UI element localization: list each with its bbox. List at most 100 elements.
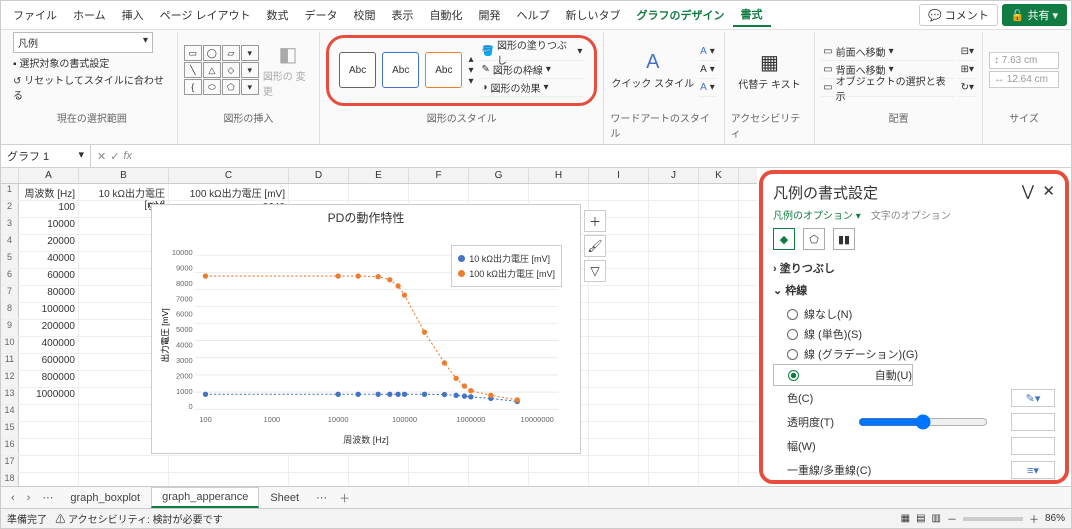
share-button[interactable]: 🔓 共有 ▾ — [1002, 4, 1067, 26]
status-ready: 準備完了 — [7, 515, 47, 526]
rotate-button[interactable]: ↻▾ — [959, 80, 976, 97]
prop-compound[interactable]: 一重線/多重線(C)≡▾ — [773, 458, 1055, 482]
view-normal-icon[interactable]: ▦ — [901, 513, 910, 524]
change-shape-button[interactable]: ◧図形の 変更 — [263, 42, 313, 98]
menu-review[interactable]: 校閲 — [346, 4, 384, 26]
shape-effects-button[interactable]: ◑図形の効果 ▾ — [479, 80, 584, 97]
width-input[interactable]: ↔ 12.64 cm — [989, 71, 1059, 88]
effects-tab-icon[interactable]: ⬠ — [803, 228, 825, 250]
fill-line-tab-icon[interactable]: ◆ — [773, 228, 795, 250]
fx-icon[interactable]: fx — [123, 150, 132, 163]
menu-newtab[interactable]: 新しいタブ — [558, 4, 629, 26]
alt-text-button[interactable]: ▦代替テ キスト — [738, 50, 800, 91]
style-preset-2[interactable]: Abc — [382, 52, 419, 88]
reset-style-button[interactable]: ↺ リセットしてスタイルに合わせる — [13, 72, 171, 102]
format-selection-button[interactable]: ▪ 選択対象の書式設定 — [13, 55, 109, 70]
zoom-out-icon[interactable]: － — [947, 511, 957, 526]
shape-gallery[interactable]: ▭◯▱▾ ╲△◇▾ {⬭⬠▾ — [184, 45, 259, 95]
menu-home[interactable]: ホーム — [65, 4, 114, 26]
pane-options-icon[interactable]: ⋁ — [1022, 183, 1034, 200]
radio-auto-line[interactable]: 自動(U) — [773, 364, 913, 386]
menu-auto[interactable]: 自動化 — [422, 4, 471, 26]
zoom-level[interactable]: 86% — [1045, 513, 1065, 524]
selection-pane-button[interactable]: ▭ オブジェクトの選択と表示 — [821, 80, 954, 97]
prop-color[interactable]: 色(C)✎▾ — [773, 386, 1055, 410]
svg-text:10000000: 10000000 — [521, 415, 554, 424]
chart[interactable]: PDの動作特性出力電圧 [mV]010002000300040005000600… — [151, 204, 581, 454]
menu-chart-design[interactable]: グラフのデザイン — [629, 4, 733, 26]
chart-plus-icon[interactable]: ＋ — [584, 210, 606, 232]
formula-input[interactable] — [138, 153, 1071, 159]
height-input[interactable]: ↕ 7.63 cm — [989, 52, 1059, 69]
svg-text:1000: 1000 — [264, 415, 281, 424]
confirm-icon[interactable]: ✓ — [110, 150, 119, 163]
align-button[interactable]: ⊟▾ — [959, 44, 976, 61]
color-picker-button[interactable]: ✎▾ — [1011, 389, 1055, 407]
radio-gradient-line[interactable]: 線 (グラデーション)(G) — [773, 344, 1055, 364]
text-fill-button[interactable]: A▾ — [698, 44, 717, 61]
sheet-tab-2[interactable]: graph_apperance — [151, 487, 259, 508]
pane-tab-text[interactable]: 文字のオプション — [871, 207, 951, 222]
zoom-in-icon[interactable]: ＋ — [1029, 511, 1039, 526]
chart-filter-icon[interactable]: ▽ — [584, 260, 606, 282]
sheet-tab-3[interactable]: Sheet — [259, 488, 310, 508]
style-preset-3[interactable]: Abc — [425, 52, 462, 88]
menu-format[interactable]: 書式 — [733, 3, 771, 27]
menu-layout[interactable]: ページ レイアウト — [152, 4, 259, 26]
accessibility-status[interactable]: ⚠ アクセシビリティ: 検討が必要です — [55, 515, 222, 526]
tab-more-icon[interactable]: ⋯ — [310, 489, 333, 506]
transparency-slider[interactable] — [858, 414, 988, 430]
chevron-down-icon: ▾ — [143, 35, 148, 50]
shape-outline-button[interactable]: ✎図形の枠線 ▾ — [479, 62, 584, 79]
menu-view[interactable]: 表示 — [384, 4, 422, 26]
paint-bucket-icon: 🪣 — [481, 46, 493, 57]
text-effects-button[interactable]: A▾ — [698, 80, 717, 97]
section-line[interactable]: ⌄ 枠線 — [773, 282, 1055, 298]
chart-brush-icon[interactable]: 🖌 — [584, 235, 606, 257]
menu-file[interactable]: ファイル — [5, 4, 65, 26]
prop-transparency[interactable]: 透明度(T) — [773, 410, 1055, 434]
style-preset-1[interactable]: Abc — [339, 52, 376, 88]
size-tab-icon[interactable]: ▮▮ — [833, 228, 855, 250]
compound-line-button[interactable]: ≡▾ — [1011, 461, 1055, 479]
status-bar: 準備完了 ⚠ アクセシビリティ: 検討が必要です ▦ ▤ ▥ － ＋ 86% — [1, 508, 1071, 528]
prop-width[interactable]: 幅(W) — [773, 434, 1055, 458]
menu-help[interactable]: ヘルプ — [509, 4, 558, 26]
group-button[interactable]: ⊞▾ — [959, 62, 976, 79]
tab-nav-next[interactable]: › — [21, 490, 37, 506]
group-label-selection: 現在の選択範囲 — [57, 108, 127, 129]
menu-insert[interactable]: 挿入 — [114, 4, 152, 26]
shape-fill-button[interactable]: 🪣図形の塗りつぶし ▾ — [479, 44, 584, 61]
tab-add-icon[interactable]: ＋ — [333, 488, 356, 508]
name-box[interactable]: グラフ 1▾ — [1, 145, 91, 167]
svg-text:100: 100 — [199, 415, 212, 424]
radio-solid-line[interactable]: 線 (単色)(S) — [773, 324, 1055, 344]
menu-data[interactable]: データ — [297, 4, 346, 26]
sheet-tab-1[interactable]: graph_boxplot — [59, 488, 151, 508]
menu-formula[interactable]: 数式 — [259, 4, 297, 26]
view-layout-icon[interactable]: ▤ — [916, 513, 925, 524]
view-pagebreak-icon[interactable]: ▥ — [932, 513, 941, 524]
quick-style-button[interactable]: Aクイック スタイル — [611, 51, 694, 90]
pane-tab-options[interactable]: 凡例のオプション ▾ — [773, 207, 861, 222]
section-fill[interactable]: › 塗りつぶし — [773, 260, 1055, 276]
bring-forward-button[interactable]: ▭ 前面へ移動 ▾ — [821, 44, 954, 61]
chart-legend[interactable]: 10 kΩ出力電圧 [mV]100 kΩ出力電圧 [mV] — [451, 245, 562, 287]
group-label-size: サイズ — [1009, 108, 1039, 129]
tab-nav-prev[interactable]: ‹ — [5, 490, 21, 506]
svg-text:3000: 3000 — [176, 356, 193, 365]
chart-element-selector[interactable]: 凡例▾ — [13, 32, 153, 53]
effects-icon: ◑ — [481, 82, 487, 93]
pane-close-icon[interactable]: ✕ — [1042, 183, 1055, 200]
svg-text:0: 0 — [188, 402, 192, 411]
svg-text:4000: 4000 — [176, 341, 193, 350]
text-outline-button[interactable]: A▾ — [698, 62, 717, 79]
svg-text:出力電圧 [mV]: 出力電圧 [mV] — [159, 308, 170, 362]
radio-no-line[interactable]: 線なし(N) — [773, 304, 1055, 324]
comment-button[interactable]: 💬 コメント — [919, 4, 998, 26]
menu-dev[interactable]: 開発 — [471, 4, 509, 26]
cancel-icon[interactable]: ✕ — [97, 150, 106, 163]
tab-nav-more[interactable]: ⋯ — [36, 489, 59, 506]
svg-text:100000: 100000 — [392, 415, 417, 424]
worksheet[interactable]: A B C D E F G H I J K 1周波数 [Hz]10 kΩ出力電圧… — [1, 168, 757, 486]
